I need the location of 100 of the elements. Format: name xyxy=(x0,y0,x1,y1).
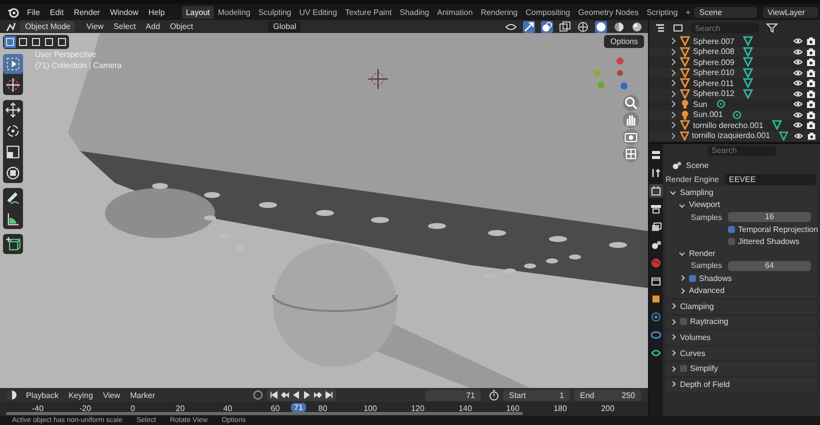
display-mode-icon[interactable] xyxy=(654,22,666,34)
eye-icon[interactable] xyxy=(793,120,803,130)
outliner-row[interactable]: Sun.001 xyxy=(649,110,820,120)
options-dropdown[interactable]: Options xyxy=(604,35,644,48)
checkbox[interactable] xyxy=(689,274,696,282)
editor-type-icon[interactable] xyxy=(649,148,663,162)
view-layer-selector[interactable]: ViewLayer xyxy=(762,6,818,18)
outliner-row[interactable]: Sun xyxy=(649,99,820,110)
mesh-data-icon[interactable] xyxy=(779,130,788,141)
rendered-shading-icon[interactable] xyxy=(631,20,643,32)
camera-icon[interactable] xyxy=(806,68,816,78)
number-field[interactable]: 16 xyxy=(728,212,811,222)
play-icon[interactable] xyxy=(302,390,312,400)
blender-logo-icon[interactable] xyxy=(7,6,19,18)
stopwatch-icon[interactable] xyxy=(488,389,500,401)
workspace-tab[interactable]: Animation xyxy=(433,6,477,18)
eye-icon[interactable] xyxy=(793,68,803,78)
outliner-row[interactable]: tornillo izaquierdo.001 xyxy=(649,130,820,141)
move-tool-icon[interactable] xyxy=(3,100,23,120)
scrollbar[interactable] xyxy=(6,412,523,415)
filter-icon[interactable] xyxy=(766,22,778,34)
light-data-icon[interactable] xyxy=(732,110,742,120)
eye-icon[interactable] xyxy=(793,88,803,99)
start-frame-field[interactable]: Start 1 xyxy=(503,390,570,400)
workspace-tab[interactable]: Texture Paint xyxy=(341,6,396,18)
previous-keyframe-icon[interactable] xyxy=(280,390,290,400)
menu-item[interactable]: Render xyxy=(68,8,105,16)
camera-icon[interactable] xyxy=(806,130,816,141)
playhead-frame-marker[interactable]: 71 xyxy=(291,403,306,412)
mesh-data-icon[interactable] xyxy=(743,36,754,46)
select-box-tool-icon[interactable] xyxy=(3,54,23,74)
menu-item[interactable]: Marker xyxy=(125,390,160,400)
eye-icon[interactable] xyxy=(793,36,803,46)
selection-mode-icon[interactable] xyxy=(43,36,55,48)
menu-item[interactable]: Keying xyxy=(63,390,98,400)
mesh-data-icon[interactable] xyxy=(772,120,782,130)
menu-item[interactable]: File xyxy=(22,8,45,16)
wireframe-shading-icon[interactable] xyxy=(577,20,589,32)
jump-end-icon[interactable] xyxy=(324,390,334,400)
eye-icon[interactable] xyxy=(793,57,803,68)
scene-tab-icon[interactable] xyxy=(649,238,663,252)
playback-controls[interactable] xyxy=(267,389,336,401)
outliner-row[interactable]: tornillo derecho.001 xyxy=(649,120,820,130)
workspace-tab[interactable]: Scripting xyxy=(642,6,682,18)
properties-search-field[interactable]: Search xyxy=(708,146,776,156)
menu-item[interactable]: Select xyxy=(108,22,141,31)
panel-header[interactable]: Clamping xyxy=(666,300,817,313)
outliner-row[interactable]: Sphere.012 xyxy=(649,88,820,99)
mesh-data-icon[interactable] xyxy=(743,88,754,99)
checkbox[interactable] xyxy=(680,318,687,326)
workspace-tab[interactable]: Shading xyxy=(396,6,434,18)
subpanel-header[interactable]: Shadows xyxy=(666,272,817,284)
selection-mode-icon[interactable] xyxy=(17,36,29,48)
eye-icon[interactable] xyxy=(793,46,803,57)
add-workspace-button[interactable]: + xyxy=(682,6,694,18)
mesh-data-icon[interactable] xyxy=(743,57,754,68)
cursor-tool-icon[interactable] xyxy=(3,75,23,95)
solid-shading-icon[interactable] xyxy=(595,20,607,32)
light-data-icon[interactable] xyxy=(716,99,726,110)
workspace-tab[interactable]: Modeling xyxy=(214,6,254,18)
menu-item[interactable]: Add xyxy=(140,22,166,31)
camera-icon[interactable] xyxy=(806,36,816,46)
current-frame-field[interactable]: 71 xyxy=(425,390,481,400)
camera-icon[interactable] xyxy=(806,110,816,120)
panel-header[interactable]: Curves xyxy=(666,346,817,360)
xray-icon[interactable] xyxy=(559,20,571,32)
overlay-toggle-icon[interactable] xyxy=(541,20,553,32)
panel-header[interactable]: Simplify xyxy=(666,362,817,375)
next-keyframe-icon[interactable] xyxy=(313,390,324,400)
camera-icon[interactable] xyxy=(806,120,816,130)
menu-item[interactable]: Edit xyxy=(44,8,69,16)
outliner-row[interactable]: Sphere.008 xyxy=(649,46,820,57)
eye-icon[interactable] xyxy=(793,110,803,120)
workspace-tab[interactable]: UV Editing xyxy=(295,6,342,18)
subpanel-header[interactable]: Viewport xyxy=(666,198,817,212)
clock-icon[interactable] xyxy=(6,389,18,401)
view-layer-tab-icon[interactable] xyxy=(649,220,663,234)
outliner-row[interactable]: Sphere.007 xyxy=(649,36,820,46)
menu-item[interactable]: View xyxy=(98,390,126,400)
menu-item[interactable]: Help xyxy=(143,8,170,16)
mesh-data-icon[interactable] xyxy=(742,78,753,88)
mesh-data-icon[interactable] xyxy=(743,46,754,57)
workspace-tab[interactable]: Layout xyxy=(182,6,214,18)
subpanel-header[interactable]: Render xyxy=(666,247,817,260)
panel-header[interactable]: Volumes xyxy=(666,331,817,344)
selection-mode-icon[interactable] xyxy=(56,36,68,48)
mesh-data-icon[interactable] xyxy=(743,68,754,78)
camera-icon[interactable] xyxy=(806,46,816,57)
mode-dropdown[interactable]: Object Mode xyxy=(20,21,76,32)
selection-mode-icon[interactable] xyxy=(30,36,42,48)
output-tab-icon[interactable] xyxy=(649,202,663,216)
keyframe-record-icon[interactable] xyxy=(252,389,264,401)
panel-header[interactable]: Depth of Field xyxy=(666,378,817,391)
outliner-search-field[interactable]: Search xyxy=(691,23,759,33)
end-frame-field[interactable]: End 250 xyxy=(574,390,641,400)
checkbox[interactable] xyxy=(680,365,687,372)
menu-item[interactable]: Playback xyxy=(21,390,64,400)
outliner-row[interactable]: Sphere.010 xyxy=(649,68,820,78)
camera-icon[interactable] xyxy=(806,88,816,99)
workspace-tab[interactable]: Rendering xyxy=(476,6,522,18)
